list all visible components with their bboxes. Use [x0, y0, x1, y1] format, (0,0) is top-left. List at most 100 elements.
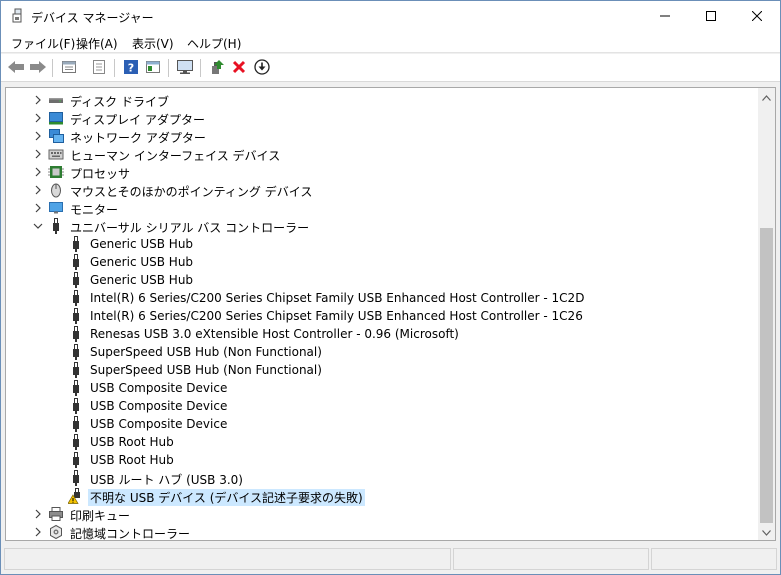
- tree-item-label: USB Composite Device: [90, 417, 228, 431]
- menu-bar: ファイル(F) 操作(A) 表示(V) ヘルプ(H): [1, 31, 780, 53]
- tree-category[interactable]: ネットワーク アダプター: [6, 127, 758, 145]
- usb-icon: [68, 470, 84, 486]
- update-driver-button[interactable]: [207, 58, 227, 78]
- tree-item-label: USB Root Hub: [90, 453, 174, 467]
- scroll-up-button[interactable]: [758, 88, 775, 105]
- tree-category[interactable]: 印刷キュー: [6, 505, 758, 523]
- tree-item-label: Generic USB Hub: [90, 255, 194, 269]
- help-button[interactable]: ?: [121, 58, 141, 78]
- storage-controller-icon: [48, 524, 64, 540]
- device-manager-window: デバイス マネージャー ファイル(F) 操作(A) 表示(V) ヘルプ(H) ?…: [0, 0, 781, 575]
- usb-icon: [48, 218, 64, 234]
- tree-device[interactable]: Generic USB Hub: [6, 235, 758, 253]
- tree-item-label: ディスプレイ アダプター: [70, 113, 205, 127]
- mouse-icon: [48, 182, 64, 198]
- tree-device[interactable]: USB Composite Device: [6, 415, 758, 433]
- download-button[interactable]: [252, 58, 272, 78]
- view-pane-button[interactable]: [143, 58, 163, 78]
- tree-item-label: ユニバーサル シリアル バス コントローラー: [70, 221, 310, 235]
- hid-icon: [48, 146, 64, 162]
- tree-device[interactable]: USB Root Hub: [6, 433, 758, 451]
- tree-category[interactable]: モニター: [6, 199, 758, 217]
- scroll-down-button[interactable]: [758, 523, 775, 540]
- tree-category[interactable]: ディスプレイ アダプター: [6, 109, 758, 127]
- title-bar: デバイス マネージャー: [1, 1, 780, 31]
- scroll-up-icon: [762, 90, 771, 104]
- maximize-button[interactable]: [688, 1, 734, 31]
- download-icon: [254, 58, 270, 78]
- menu-action[interactable]: 操作(A): [76, 35, 118, 52]
- tree-device[interactable]: SuperSpeed USB Hub (Non Functional): [6, 361, 758, 379]
- minimize-button[interactable]: [642, 1, 688, 31]
- tree-device[interactable]: 不明な USB デバイス (デバイス記述子要求の失敗): [6, 487, 758, 506]
- tree-device[interactable]: Generic USB Hub: [6, 253, 758, 271]
- scan-hardware-button[interactable]: [175, 58, 195, 78]
- usb-icon: [68, 290, 84, 306]
- tree-item-label: 印刷キュー: [70, 509, 131, 523]
- tree-item-label: Intel(R) 6 Series/C200 Series Chipset Fa…: [90, 309, 583, 323]
- chevron-right-icon[interactable]: [33, 202, 43, 214]
- chevron-right-icon[interactable]: [33, 166, 43, 178]
- menu-view[interactable]: 表示(V): [132, 35, 174, 52]
- tree-category[interactable]: ディスク ドライブ: [6, 91, 758, 109]
- menu-help[interactable]: ヘルプ(H): [187, 35, 241, 52]
- tree-category[interactable]: 記憶域コントローラー: [6, 523, 758, 540]
- display-adapter-icon: [48, 110, 64, 126]
- usb-icon: [68, 416, 84, 432]
- tree-device[interactable]: Renesas USB 3.0 eXtensible Host Controll…: [6, 325, 758, 343]
- uninstall-button[interactable]: [229, 58, 249, 78]
- tree-device[interactable]: Generic USB Hub: [6, 271, 758, 289]
- tree-item-label: 不明な USB デバイス (デバイス記述子要求の失敗): [88, 489, 365, 506]
- chevron-right-icon[interactable]: [33, 184, 43, 196]
- tree-device[interactable]: USB ルート ハブ (USB 3.0): [6, 469, 758, 487]
- tree-item-label: Generic USB Hub: [90, 237, 194, 251]
- chevron-right-icon[interactable]: [33, 112, 43, 124]
- tree-item-label: ネットワーク アダプター: [70, 131, 206, 145]
- chevron-right-icon[interactable]: [33, 526, 43, 538]
- back-button[interactable]: [6, 58, 26, 78]
- chevron-right-icon[interactable]: [33, 130, 43, 142]
- tree-device[interactable]: USB Composite Device: [6, 397, 758, 415]
- tree-device[interactable]: USB Root Hub: [6, 451, 758, 469]
- scrollbar-thumb[interactable]: [760, 228, 773, 523]
- network-adapter-icon: [48, 128, 64, 144]
- tree-category[interactable]: プロセッサ: [6, 163, 758, 181]
- tree-item-label: ヒューマン インターフェイス デバイス: [70, 149, 281, 163]
- update-driver-icon: [209, 59, 225, 78]
- chevron-right-icon[interactable]: [33, 148, 43, 160]
- device-manager-app-icon: [10, 8, 26, 24]
- menu-file[interactable]: ファイル(F): [11, 35, 75, 52]
- device-tree[interactable]: ディスク ドライブディスプレイ アダプター ネットワーク アダプターヒューマン イ…: [5, 87, 776, 541]
- properties-list-icon: [61, 59, 77, 78]
- tree-item-label: SuperSpeed USB Hub (Non Functional): [90, 345, 322, 359]
- status-bar: [1, 546, 780, 574]
- scroll-down-icon: [762, 525, 771, 539]
- toolbar-separator: [168, 59, 169, 77]
- help-icon: ?: [123, 59, 139, 78]
- tree-device[interactable]: SuperSpeed USB Hub (Non Functional): [6, 343, 758, 361]
- monitor-scan-icon: [176, 59, 194, 78]
- usb-icon: [68, 236, 84, 252]
- chevron-right-icon[interactable]: [33, 94, 43, 106]
- tree-category[interactable]: ヒューマン インターフェイス デバイス: [6, 145, 758, 163]
- forward-button[interactable]: [28, 58, 48, 78]
- printer-icon: [48, 506, 64, 522]
- tree-device[interactable]: Intel(R) 6 Series/C200 Series Chipset Fa…: [6, 307, 758, 325]
- show-hidden-button[interactable]: [89, 58, 109, 78]
- tree-item-label: Generic USB Hub: [90, 273, 194, 287]
- vertical-scrollbar[interactable]: [758, 88, 775, 540]
- chevron-right-icon[interactable]: [33, 508, 43, 520]
- chevron-down-icon[interactable]: [33, 220, 43, 232]
- close-button[interactable]: [734, 1, 780, 31]
- tree-item-label: ディスク ドライブ: [70, 95, 169, 109]
- tree-category[interactable]: ユニバーサル シリアル バス コントローラー: [6, 217, 758, 235]
- svg-text:?: ?: [128, 61, 134, 74]
- usb-icon: [68, 380, 84, 396]
- tree-device[interactable]: Intel(R) 6 Series/C200 Series Chipset Fa…: [6, 289, 758, 307]
- tree-device[interactable]: USB Composite Device: [6, 379, 758, 397]
- properties-list-button[interactable]: [59, 58, 79, 78]
- usb-icon: [68, 398, 84, 414]
- processor-icon: [48, 164, 64, 180]
- tree-item-label: マウスとそのほかのポインティング デバイス: [70, 185, 313, 199]
- tree-category[interactable]: マウスとそのほかのポインティング デバイス: [6, 181, 758, 199]
